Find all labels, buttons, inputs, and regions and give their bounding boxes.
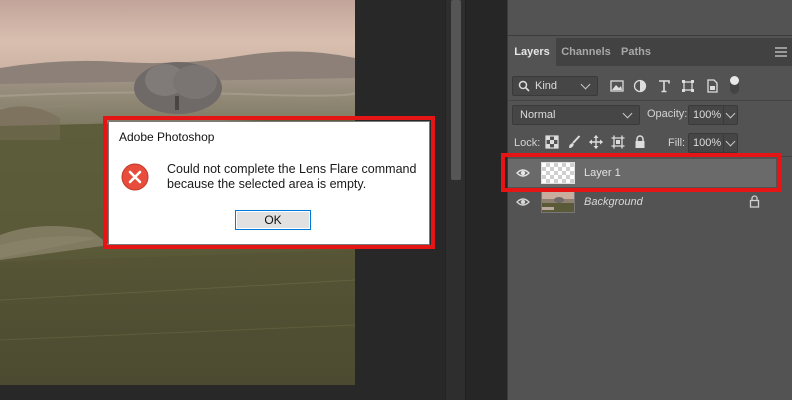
- panel-tab-bar: Layers Channels Paths: [508, 38, 792, 66]
- fill-label: Fill:: [668, 137, 686, 149]
- background-photo-thumbnail: [541, 191, 575, 213]
- chevron-down-icon: [725, 108, 736, 119]
- error-icon: [121, 163, 149, 191]
- layer-1-highlight-box: [501, 153, 782, 192]
- scrollbar-thumb[interactable]: [451, 0, 461, 180]
- error-dialog: Adobe Photoshop Could not complete the L…: [108, 121, 430, 245]
- vertical-scrollbar[interactable]: [445, 0, 465, 400]
- prevent-auto-nesting-artboard-icon[interactable]: [611, 135, 625, 149]
- search-icon: [518, 80, 530, 92]
- fill-value: 100%: [693, 137, 722, 149]
- adjustment-layer-filter-icon[interactable]: [633, 79, 647, 93]
- type-layer-filter-icon[interactable]: [657, 79, 671, 93]
- blend-mode-dropdown[interactable]: Normal: [512, 105, 640, 125]
- smart-object-filter-icon[interactable]: [705, 79, 719, 93]
- dialog-message-line-1: Could not complete the Lens Flare comman…: [167, 162, 417, 176]
- divider: [508, 100, 792, 101]
- ok-button[interactable]: OK: [235, 210, 311, 230]
- lock-label: Lock:: [514, 137, 541, 149]
- dialog-message: Could not complete the Lens Flare comman…: [167, 162, 427, 192]
- layer-row-background[interactable]: Background: [508, 188, 776, 216]
- layer-name: Background: [584, 196, 643, 208]
- lock-all-icon[interactable]: [633, 135, 647, 149]
- opacity-value: 100%: [693, 109, 722, 121]
- chevron-down-icon: [622, 108, 633, 119]
- blend-mode-value: Normal: [520, 109, 556, 121]
- dialog-title: Adobe Photoshop: [119, 130, 215, 144]
- fill-dropdown-button[interactable]: [723, 134, 737, 152]
- panel-header-area: [508, 0, 792, 36]
- chevron-down-icon: [580, 79, 591, 90]
- lock-icon[interactable]: [749, 195, 760, 208]
- visibility-eye-icon[interactable]: [516, 196, 530, 208]
- filter-kind-dropdown[interactable]: Kind: [512, 76, 598, 96]
- lock-image-pixels-brush-icon[interactable]: [567, 135, 581, 149]
- lock-position-move-icon[interactable]: [589, 135, 603, 149]
- filter-toggle-switch[interactable]: [730, 76, 739, 94]
- fill-field[interactable]: 100%: [688, 133, 738, 153]
- pixel-layer-filter-icon[interactable]: [610, 79, 624, 93]
- lock-transparent-pixels-icon[interactable]: [545, 135, 559, 149]
- shape-layer-filter-icon[interactable]: [681, 79, 695, 93]
- panel-dock-gutter: [465, 0, 507, 400]
- opacity-field[interactable]: 100%: [688, 105, 738, 125]
- dialog-message-line-2: because the selected area is empty.: [167, 177, 367, 191]
- tab-layers[interactable]: Layers: [508, 38, 556, 66]
- panel-menu-icon[interactable]: [775, 47, 787, 57]
- opacity-label: Opacity:: [647, 108, 688, 120]
- filter-kind-label: Kind: [535, 80, 558, 92]
- tab-channels[interactable]: Channels: [558, 38, 614, 66]
- layers-panel: Layers Channels Paths Kind Normal Opacit…: [507, 0, 792, 400]
- tab-paths[interactable]: Paths: [616, 38, 656, 66]
- opacity-dropdown-button[interactable]: [723, 106, 737, 124]
- chevron-down-icon: [725, 136, 736, 147]
